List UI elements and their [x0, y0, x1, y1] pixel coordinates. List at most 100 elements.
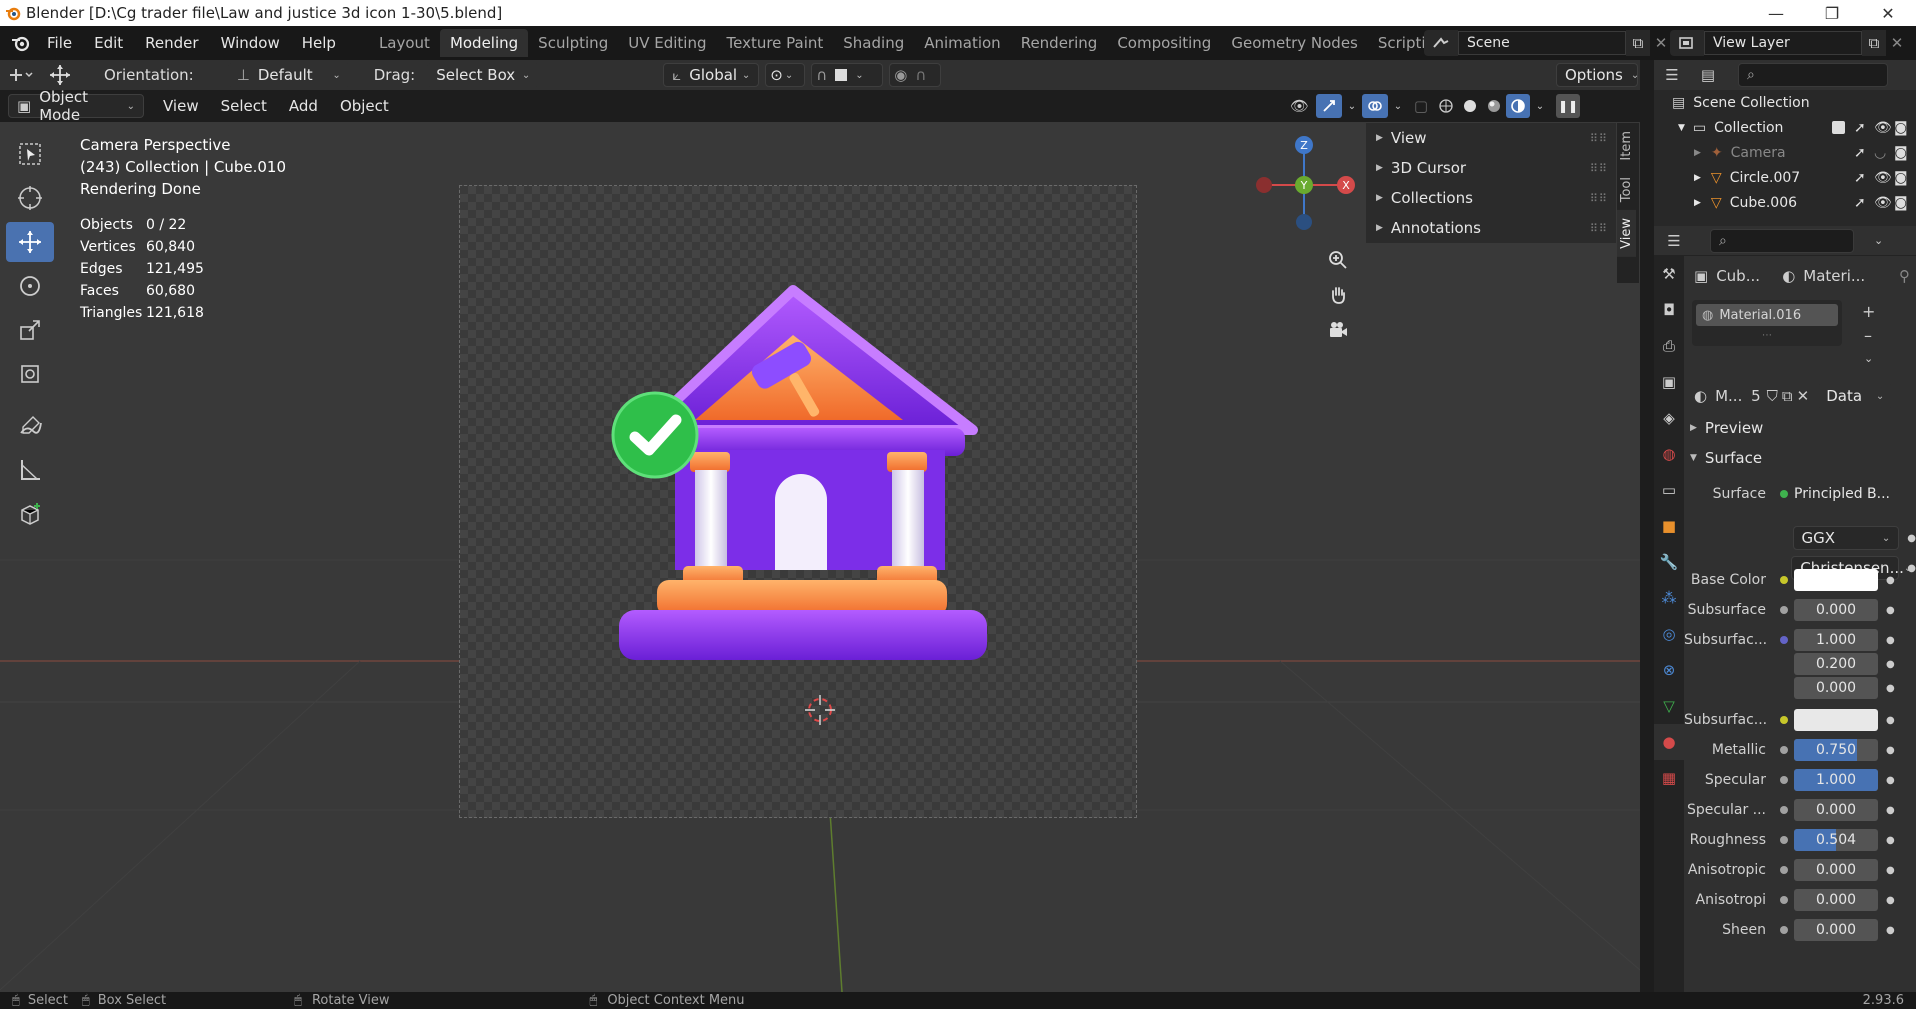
keyframe-dot[interactable]: ●	[1886, 895, 1895, 906]
material-name-field[interactable]: M...	[1715, 387, 1745, 405]
scene-collection-row[interactable]: ▤ Scene Collection	[1654, 90, 1916, 115]
menu-help[interactable]: Help	[291, 30, 347, 56]
tab-geometry-nodes[interactable]: Geometry Nodes	[1221, 29, 1368, 57]
select-toggle-icon[interactable]: ➚	[1854, 195, 1866, 211]
scene-remove-icon[interactable]: ✕	[1650, 30, 1672, 56]
render-properties-icon[interactable]: ◘	[1654, 292, 1684, 328]
exclude-checkbox[interactable]	[1832, 121, 1845, 134]
preview-section-header[interactable]: ▶ Preview	[1690, 416, 1763, 440]
solid-shading-icon[interactable]	[1458, 98, 1482, 114]
visibility-eye-icon[interactable]: 👁	[1874, 170, 1892, 186]
viewport-menu-add[interactable]: Add	[278, 93, 329, 119]
socket-icon[interactable]	[1780, 576, 1788, 584]
data-properties-icon[interactable]: ▽	[1654, 688, 1684, 724]
socket-icon[interactable]	[1780, 776, 1788, 784]
numeric-slider[interactable]: 0.000	[1794, 599, 1878, 621]
add-cube-tool[interactable]	[6, 494, 54, 534]
select-toggle-icon[interactable]: ➚	[1854, 120, 1866, 136]
modifier-properties-icon[interactable]: 🔧	[1654, 544, 1684, 580]
tab-rendering[interactable]: Rendering	[1011, 29, 1108, 57]
render-camera-icon[interactable]: ◙	[1894, 145, 1908, 161]
tool-properties-icon[interactable]: ⚒	[1654, 256, 1684, 292]
view-layer-new-icon[interactable]: ⧉	[1862, 30, 1886, 56]
menu-edit[interactable]: Edit	[83, 30, 134, 56]
keyframe-dot[interactable]: ●	[1886, 865, 1895, 876]
link-dropdown[interactable]: Data ⌄	[1817, 384, 1894, 408]
orientation-dropdown[interactable]: ⊥ Default ⌄	[227, 63, 350, 87]
keyframe-dot[interactable]: ●	[1886, 635, 1895, 646]
fake-user-icon[interactable]: ⛉	[1767, 387, 1778, 405]
numeric-slider[interactable]: 0.750	[1794, 739, 1878, 761]
view-layer-properties-icon[interactable]: ▣	[1654, 364, 1684, 400]
numeric-slider[interactable]: 0.000	[1794, 919, 1878, 941]
collection-properties-icon[interactable]: ▭	[1654, 472, 1684, 508]
snap-toggle[interactable]: ∩ ⌄	[811, 63, 884, 87]
viewport-menu-object[interactable]: Object	[329, 93, 400, 119]
keyframe-dot[interactable]: ●	[1886, 575, 1895, 586]
unlink-material-icon[interactable]: ✕	[1797, 387, 1810, 405]
tab-sculpting[interactable]: Sculpting	[528, 29, 618, 57]
numeric-slider[interactable]: 1.000	[1794, 769, 1878, 791]
menu-file[interactable]: File	[36, 30, 83, 56]
pan-hand-icon[interactable]	[1323, 280, 1353, 310]
scene-properties-icon[interactable]: ◈	[1654, 400, 1684, 436]
keyframe-dot[interactable]: ●	[1886, 715, 1895, 726]
outliner-search-input[interactable]: ⌕	[1738, 63, 1888, 87]
socket-icon[interactable]	[1780, 806, 1788, 814]
zoom-icon[interactable]	[1323, 245, 1353, 275]
tab-layout[interactable]: Layout	[369, 29, 440, 57]
render-camera-icon[interactable]: ◙	[1894, 195, 1908, 211]
rotate-tool[interactable]	[6, 266, 54, 306]
editor-type-icon[interactable]	[0, 66, 40, 84]
tab-modeling[interactable]: Modeling	[439, 29, 529, 57]
sidebar-section-view[interactable]: ▶ View ⠿⠿	[1366, 123, 1616, 153]
wireframe-shading-icon[interactable]	[1434, 98, 1458, 114]
render-camera-icon[interactable]: ◙	[1894, 170, 1908, 186]
color-swatch[interactable]	[1794, 569, 1878, 591]
material-browse-icon[interactable]: ◐	[1694, 387, 1707, 405]
material-slot-row[interactable]: ◍ Material.016	[1696, 304, 1838, 326]
drag-dropdown[interactable]: Select Box ⌄	[427, 63, 540, 87]
select-box-tool[interactable]	[6, 134, 54, 174]
properties-editor-icon[interactable]: ☰	[1654, 232, 1694, 250]
socket-icon[interactable]	[1780, 716, 1788, 724]
constraints-properties-icon[interactable]: ⊗	[1654, 652, 1684, 688]
sidebar-section-3d-cursor[interactable]: ▶ 3D Cursor ⠿⠿	[1366, 153, 1616, 183]
camera-view-icon[interactable]	[1323, 315, 1353, 345]
particles-properties-icon[interactable]: ⁂	[1654, 580, 1684, 616]
distribution-dropdown[interactable]: GGX ⌄	[1792, 526, 1900, 550]
options-dropdown[interactable]: Options ⌄	[1556, 63, 1639, 87]
shading-dropdown-icon[interactable]: ⌄	[1530, 101, 1550, 112]
socket-icon[interactable]	[1780, 926, 1788, 934]
scene-browse-icon[interactable]	[1424, 30, 1458, 56]
socket-icon[interactable]	[1780, 896, 1788, 904]
measure-tool[interactable]	[6, 450, 54, 490]
material-shading-icon[interactable]	[1482, 98, 1506, 114]
keyframe-dot[interactable]: ●	[1886, 835, 1895, 846]
sidebar-tab-item[interactable]: Item	[1617, 123, 1636, 169]
tab-compositing[interactable]: Compositing	[1107, 29, 1221, 57]
visibility-eye-icon[interactable]: 👁	[1874, 195, 1892, 211]
annotate-tool[interactable]	[6, 406, 54, 446]
properties-search-input[interactable]: ⌕	[1710, 228, 1854, 253]
keyframe-dot[interactable]: ●	[1886, 925, 1895, 936]
tab-shading[interactable]: Shading	[833, 29, 914, 57]
numeric-slider[interactable]: 0.000	[1794, 859, 1878, 881]
object-properties-icon[interactable]: ■	[1654, 508, 1684, 544]
sidebar-section-collections[interactable]: ▶ Collections ⠿⠿	[1366, 183, 1616, 213]
user-count[interactable]: 5	[1751, 387, 1761, 405]
outliner-row-circle[interactable]: ▶ ▽ Circle.007 ➚ 👁 ◙	[1654, 165, 1916, 190]
menu-window[interactable]: Window	[210, 30, 291, 56]
mode-dropdown[interactable]: ▣ Object Mode ⌄	[8, 90, 144, 124]
gizmo-dropdown-icon[interactable]: ⌄	[1342, 101, 1362, 112]
numeric-slider[interactable]: 0.000	[1794, 889, 1878, 911]
physics-properties-icon[interactable]: ◎	[1654, 616, 1684, 652]
sidebar-tab-tool[interactable]: Tool	[1617, 169, 1636, 210]
remove-slot-button[interactable]: –	[1864, 326, 1872, 345]
move-tool[interactable]	[6, 222, 54, 262]
socket-icon[interactable]	[1780, 746, 1788, 754]
socket-icon[interactable]	[1780, 636, 1788, 644]
gizmo-toggle-icon[interactable]	[1316, 94, 1342, 118]
material-properties-icon[interactable]: ●	[1654, 724, 1684, 760]
viewport-menu-view[interactable]: View	[152, 93, 210, 119]
